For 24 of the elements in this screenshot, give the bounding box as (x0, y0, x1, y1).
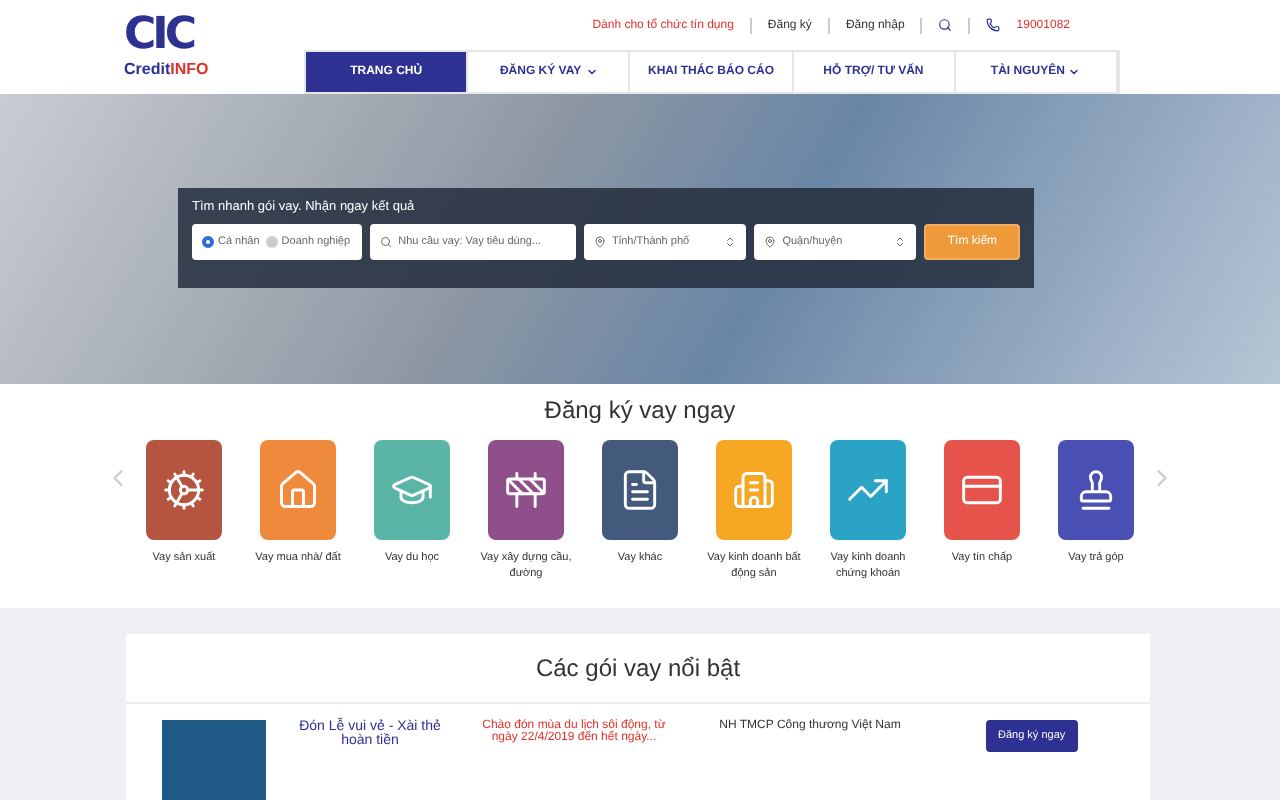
pin-icon (594, 236, 607, 249)
section-title: Đăng ký vay ngay (544, 395, 736, 424)
loan-type-tile[interactable] (716, 439, 792, 540)
loan-type-tile[interactable] (260, 439, 336, 540)
phone-icon (986, 18, 1001, 32)
loan-type-tile[interactable] (602, 439, 678, 540)
loan-type-tile[interactable] (1058, 439, 1134, 540)
pin-icon (764, 236, 777, 249)
logo: CIC CreditINFO (124, 8, 211, 82)
stamp-icon (1074, 467, 1118, 512)
loan-type-tile[interactable] (488, 439, 564, 540)
house-icon (276, 467, 320, 512)
document-icon (618, 467, 662, 512)
loan-type-tile[interactable] (944, 439, 1020, 540)
caret-icon (1068, 66, 1081, 78)
section-title: Các gói vay nổi bật (535, 654, 741, 682)
search-icon[interactable] (938, 18, 953, 32)
loan-type-tile[interactable] (146, 439, 222, 540)
building-icon (732, 467, 776, 512)
promo-image (162, 720, 266, 800)
loan-type-tile[interactable] (830, 439, 906, 540)
loan-type-tile[interactable] (374, 439, 450, 540)
search-icon (380, 236, 393, 249)
caret-icon (585, 66, 598, 78)
